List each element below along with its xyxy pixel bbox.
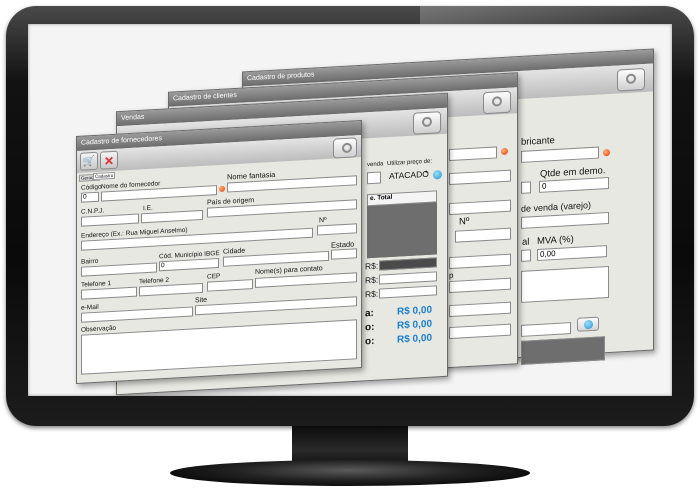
window-fornecedores: Cadastro de fornecedores 🛒 ✕ Geração Cad… [76,120,362,384]
save-icon: 🛒 [82,155,96,168]
rs-label: R$: [365,260,379,272]
site-label: Site [195,296,208,305]
total-value: R$ 0,00 [397,318,433,332]
close-button[interactable] [483,90,511,115]
cep-field[interactable] [207,279,253,292]
preco-label: de venda (varejo) [521,200,592,214]
close-button[interactable] [333,137,357,159]
codigo-field[interactable]: 0 [81,191,99,203]
tel1-field[interactable] [81,286,137,300]
tab-cadastro[interactable]: Cadastro [93,171,116,181]
numero-label: Nº [459,215,470,228]
total-row-label: a: [365,307,374,320]
items-grid [367,202,437,259]
field[interactable] [449,199,511,216]
search-button[interactable] [577,316,599,332]
field[interactable] [449,253,511,270]
email-label: e-Mail [81,303,99,312]
required-icon [501,147,508,156]
preco-field[interactable] [521,211,609,229]
fabricante-field[interactable] [521,146,599,163]
total-row-label: o: [365,335,375,348]
close-button[interactable] [617,67,645,92]
monitor-base [170,460,530,486]
field[interactable] [449,146,497,162]
cidade-label: Cidade [223,247,246,256]
qtde-field[interactable]: 0 [539,176,609,193]
close-button[interactable] [413,111,441,135]
required-icon [219,185,225,192]
rs-field[interactable] [379,285,437,299]
qtde-value: 0 [542,181,547,191]
mva-value: 0,00 [540,248,556,259]
estado-field[interactable] [331,248,357,260]
cnpj-field[interactable] [81,213,139,227]
field[interactable] [449,323,511,340]
refresh-icon[interactable] [433,170,442,180]
ie-field[interactable] [141,209,203,224]
rs-label: R$: [365,274,379,286]
total-value: R$ 0,00 [397,332,433,346]
fabricante-label: bricante [521,135,555,148]
field[interactable] [449,301,511,318]
p-label: p [449,270,454,281]
bairro-label: Bairro [81,257,99,266]
rs-field[interactable] [379,257,437,271]
utilizar-label: Utilizar preço de: [387,158,433,168]
field[interactable] [449,277,511,294]
rs-label: R$: [365,288,379,300]
monitor-screen: Cadastro de produtos bricante Qtde em de… [28,24,672,396]
text-area[interactable] [521,265,609,303]
field[interactable] [521,322,571,337]
al-label: al [522,236,530,248]
required-icon [603,148,610,157]
mva-label: MVA (%) [537,233,574,248]
field-small[interactable] [521,181,531,194]
ie-label: I.E. [143,204,153,213]
venda-label: venda [367,161,384,169]
tel2-field[interactable] [139,282,203,297]
cnpj-label: C.N.P.J. [81,207,105,216]
numero-label: Nº [319,216,327,225]
codigo-label: Código [81,183,102,192]
ibge-value: 0 [161,262,165,270]
field-small[interactable] [521,249,531,262]
field[interactable] [449,169,511,186]
rs-field[interactable] [379,271,437,285]
grid-area [521,336,605,365]
site-field[interactable] [195,296,357,316]
field[interactable] [367,171,381,185]
delete-button[interactable]: ✕ [100,150,118,170]
mva-field[interactable]: 0,00 [537,245,607,262]
codigo-value: 0 [83,193,87,201]
preco-select[interactable]: ATACADO [389,169,429,181]
obs-textarea[interactable] [81,319,357,375]
total-label: e. Total [370,193,393,203]
ibge-field[interactable]: 0 [159,258,219,272]
search-icon [584,319,593,330]
save-button[interactable]: 🛒 [80,151,98,171]
total-value: R$ 0,00 [397,304,433,318]
numero-field[interactable] [455,227,511,243]
numero-field[interactable] [317,223,357,236]
dropdown-arrow-icon: • [425,168,428,177]
delete-icon: ✕ [103,153,115,169]
cep-label: CEP [207,272,221,281]
total-row-label: o: [365,321,375,334]
